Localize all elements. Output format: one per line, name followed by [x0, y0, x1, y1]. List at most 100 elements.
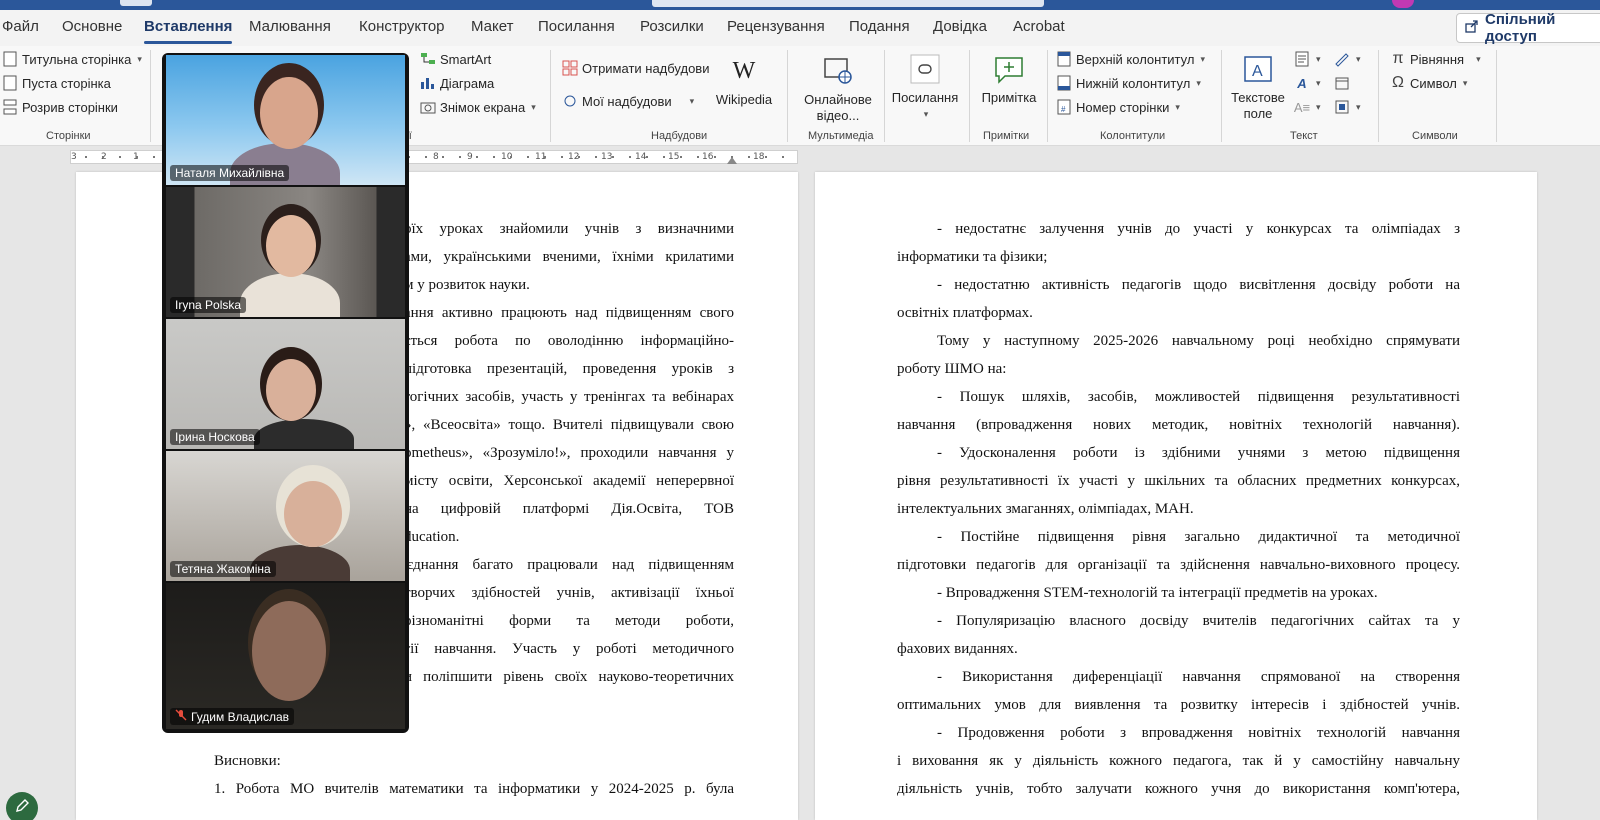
chevron-down-icon: ▾: [137, 53, 142, 64]
online-video-label: Онлайнове відео...: [804, 92, 872, 123]
cover-page-button[interactable]: Титульна сторінка ▾: [2, 51, 142, 67]
tab-review[interactable]: Рецензування: [727, 18, 825, 35]
ruler-tick: [527, 156, 529, 158]
share-icon: [1465, 19, 1479, 37]
tab-insert[interactable]: Вставлення: [144, 18, 233, 44]
participant-name-tag: Гудим Владислав: [170, 708, 295, 725]
account-avatar[interactable]: [1392, 0, 1414, 8]
pi-icon: π: [1392, 50, 1404, 67]
ruler-tick: [612, 156, 614, 158]
footer-icon: [1056, 75, 1072, 91]
participant-name-tag: Ірина Носкова: [170, 429, 260, 445]
get-addins-button[interactable]: Отримати надбудови: [562, 60, 709, 76]
participant-name: Ірина Носкова: [175, 430, 255, 444]
document-text-line: - Використання диференціації навчання сп…: [937, 669, 1460, 685]
tab-help[interactable]: Довідка: [933, 18, 987, 35]
group-divider: [787, 50, 788, 142]
blank-page-button[interactable]: Пуста сторінка: [2, 75, 111, 91]
participant-name: Тетяна Жакоміна: [175, 562, 271, 576]
comment-button[interactable]: Примітка: [978, 52, 1040, 106]
page-number-button[interactable]: # Номер сторінки ▾: [1056, 99, 1180, 115]
video-call-panel[interactable]: Наталя Михайлівна Iryna Polska Ірина Нос…: [162, 53, 409, 733]
wordart-icon: A: [1297, 75, 1307, 91]
document-page-right[interactable]: - недостатнє залучення учнів до участі у…: [815, 172, 1537, 820]
ruler-tick: [493, 156, 495, 158]
drop-cap-button[interactable]: A≡ ▾: [1294, 99, 1321, 115]
ruler-tick: [646, 156, 648, 158]
screenshot-button[interactable]: Знімок екрана ▾: [420, 99, 536, 115]
pen-button[interactable]: [6, 792, 38, 820]
participant-tile[interactable]: Гудим Владислав: [166, 583, 405, 729]
group-label-pages: Сторінки: [46, 130, 91, 142]
online-video-button[interactable]: Онлайнове відео...: [800, 54, 876, 124]
document-text-line: ання активно працюють над підвищенням св…: [404, 305, 734, 321]
indent-marker[interactable]: [727, 157, 737, 164]
link-label: Посилання: [891, 90, 959, 105]
ruler-tick: [136, 156, 138, 158]
window-control[interactable]: [120, 0, 152, 6]
ruler-tick: [476, 156, 478, 158]
my-addins-button[interactable]: Мої надбудови ▾: [562, 93, 694, 109]
tab-layout[interactable]: Макет: [471, 18, 513, 35]
chevron-down-icon: ▾: [1462, 77, 1468, 88]
title-bar: [0, 0, 1600, 10]
svg-text:A: A: [1252, 63, 1263, 80]
tab-acrobat[interactable]: Acrobat: [1013, 18, 1065, 35]
ruler-number: 18: [753, 152, 765, 162]
share-button[interactable]: Спільний доступ: [1456, 11, 1600, 45]
ruler-tick: [442, 156, 444, 158]
document-text-line: фахових виданнях.: [897, 641, 1018, 657]
tab-references[interactable]: Посилання: [538, 18, 615, 35]
ruler-number: 15: [668, 152, 680, 162]
page-break-button[interactable]: Розрив сторінки: [2, 99, 118, 115]
my-addins-icon: [562, 93, 578, 109]
header-button[interactable]: Верхній колонтитул ▾: [1056, 51, 1205, 67]
footer-button[interactable]: Нижній колонтитул ▾: [1056, 75, 1201, 91]
equation-label: Рівняння: [1410, 51, 1465, 67]
link-button[interactable]: Посилання ▾: [890, 52, 960, 122]
wikipedia-button[interactable]: W Wikipedia: [714, 54, 774, 108]
quick-parts-button[interactable]: ▾: [1294, 51, 1321, 67]
tab-view[interactable]: Подання: [849, 18, 910, 35]
blank-page-label: Пуста сторінка: [22, 75, 111, 91]
document-text-line: 'єднання багато працювали над підвищення…: [404, 557, 734, 573]
share-label: Спільний доступ: [1485, 11, 1556, 45]
chart-button[interactable]: Діаграма: [420, 75, 494, 91]
wordart-button[interactable]: A ▾: [1294, 75, 1321, 91]
date-time-button[interactable]: [1334, 75, 1350, 91]
tab-home[interactable]: Основне: [62, 18, 122, 35]
document-text-line: ducation.: [404, 529, 460, 545]
chevron-down-icon: ▾: [689, 95, 695, 106]
ruler-tick: [119, 156, 121, 158]
participant-tile[interactable]: Iryna Polska: [166, 187, 405, 317]
tab-draw[interactable]: Малювання: [249, 18, 331, 35]
participant-tile[interactable]: Тетяна Жакоміна: [166, 451, 405, 581]
textbox-button[interactable]: A Текстове поле: [1228, 52, 1288, 122]
smartart-button[interactable]: SmartArt: [420, 51, 491, 67]
ruler-tick: [425, 156, 427, 158]
equation-button[interactable]: π Рівняння ▾: [1390, 50, 1480, 67]
ruler-tick: [595, 156, 597, 158]
ruler-tick: [510, 156, 512, 158]
document-text-line: гії навчання. Участь у роботі методичног…: [404, 641, 734, 657]
group-label-addins: Надбудови: [651, 130, 708, 142]
participant-name: Наталя Михайлівна: [175, 166, 285, 180]
object-button[interactable]: ▾: [1334, 99, 1361, 115]
symbol-button[interactable]: Ω Символ ▾: [1390, 74, 1468, 91]
comment-icon: [992, 52, 1026, 86]
document-text-line: підготовки педагогів для організації та …: [897, 557, 1460, 573]
document-text-line: м у розвиток науки.: [404, 277, 530, 293]
document-text-line: - недостатнє залучення учнів до участі у…: [937, 221, 1460, 237]
omega-icon: Ω: [1392, 74, 1404, 91]
participant-tile-active[interactable]: Ірина Носкова: [166, 319, 405, 449]
participant-tile[interactable]: Наталя Михайлівна: [166, 55, 405, 185]
tab-file[interactable]: Файл: [2, 18, 39, 35]
document-text-line: ometheus», «Зрозуміло!», проходили навча…: [404, 445, 734, 461]
chevron-down-icon: ▾: [1316, 77, 1321, 88]
tab-mailings[interactable]: Розсилки: [640, 18, 704, 35]
search-box[interactable]: [652, 0, 1044, 7]
document-text-line: інтелектуальних змаганнях, олімпіадах, М…: [897, 501, 1194, 517]
tab-design[interactable]: Конструктор: [359, 18, 445, 35]
signature-line-button[interactable]: ▾: [1334, 51, 1361, 67]
document-text-line: підготовка презентацій, проведення урокі…: [404, 361, 734, 377]
